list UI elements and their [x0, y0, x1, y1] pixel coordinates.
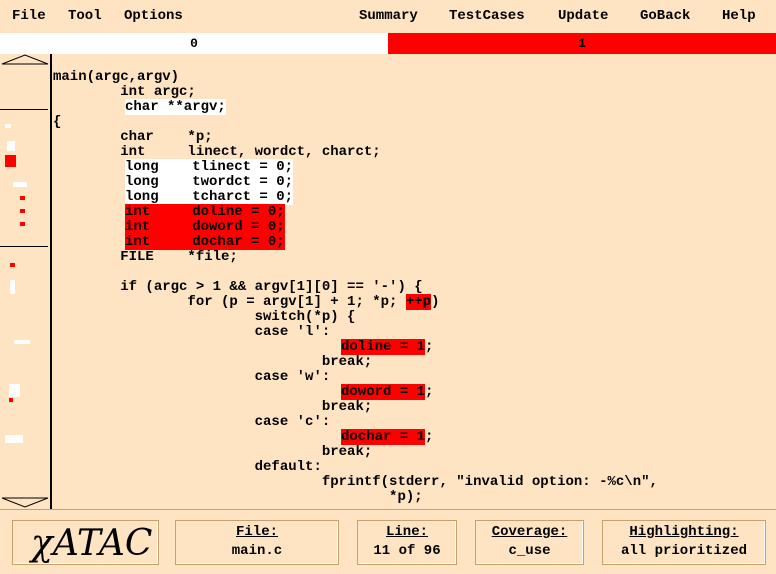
coverage-status-label: Coverage:	[491, 524, 568, 540]
uncovered-code-segment: dochar = 1	[341, 429, 426, 445]
covered-code-segment: long twordct = 0;	[125, 174, 294, 190]
menu-tool[interactable]: Tool	[68, 8, 102, 24]
menu-testcases[interactable]: TestCases	[449, 8, 525, 24]
overview-mark	[5, 435, 23, 443]
overview-mark	[5, 155, 16, 167]
source-code-view[interactable]: main(argc,argv) int argc; char **argv; {…	[53, 70, 773, 510]
code-line: int argc;	[53, 84, 196, 100]
code-segment: ;	[425, 384, 434, 400]
app-logo: χATAC	[31, 523, 153, 564]
triangle-down-icon[interactable]	[0, 497, 50, 509]
overview-mark	[9, 398, 13, 402]
code-segment: for (p = argv[1] + 1; *p;	[53, 294, 406, 310]
uncovered-code-segment: ++p	[405, 294, 432, 310]
highlighting-status-value: all prioritized	[620, 543, 748, 559]
code-line: main(argc,argv)	[53, 69, 180, 85]
status-bar: χATAC File: main.c Line: 11 of 96 Covera…	[0, 509, 776, 574]
overview-mark	[20, 196, 25, 200]
code-segment: ;	[425, 429, 434, 445]
code-line: char *p;	[53, 129, 213, 145]
code-line: break;	[53, 354, 373, 370]
uncovered-count: 1	[388, 33, 776, 54]
menu-bar: File Tool Options Summary TestCases Upda…	[0, 0, 776, 33]
overview-viewport-box[interactable]	[0, 109, 48, 247]
uncovered-code-segment: int doword = 0;	[125, 219, 285, 235]
triangle-up-icon[interactable]	[0, 54, 50, 66]
code-line: case 'c':	[53, 414, 331, 430]
overview-mark	[20, 222, 25, 226]
covered-code-segment: long tcharct = 0;	[125, 189, 294, 205]
menu-update[interactable]: Update	[558, 8, 608, 24]
overview-mark	[20, 209, 25, 213]
overview-mark	[14, 340, 30, 344]
code-line: fprintf(stderr, "invalid option: -%c\n",	[53, 474, 658, 490]
overview-mark	[13, 182, 27, 187]
uncovered-code-segment: int dochar = 0;	[125, 234, 285, 250]
code-line: default:	[53, 459, 322, 475]
line-status-button[interactable]: Line: 11 of 96	[357, 520, 457, 565]
overview-mark	[10, 263, 15, 267]
code-line: if (argc > 1 && argv[1][0] == '-') {	[53, 279, 423, 295]
overview-mark	[7, 141, 15, 151]
file-status-label: File:	[235, 524, 278, 540]
uncovered-code-segment: int doline = 0;	[125, 204, 285, 220]
code-line: break;	[53, 399, 373, 415]
file-status-button[interactable]: File: main.c	[175, 520, 339, 565]
menu-file[interactable]: File	[12, 8, 46, 24]
code-line: *p);	[53, 489, 423, 505]
overview-mark	[5, 124, 11, 128]
line-status-label: Line:	[385, 524, 428, 540]
code-line: {	[53, 114, 62, 130]
highlighting-status-label: Highlighting:	[629, 524, 739, 540]
file-status-value: main.c	[231, 543, 283, 559]
covered-code-segment: long tlinect = 0;	[125, 159, 294, 175]
coverage-status-value: c_use	[508, 543, 551, 559]
menu-options[interactable]: Options	[124, 8, 183, 24]
logo-box: χATAC	[12, 520, 159, 565]
coverage-count-bar: 0 1	[0, 33, 776, 54]
code-segment: )	[431, 294, 440, 310]
code-segment: ;	[425, 339, 434, 355]
covered-count: 0	[0, 33, 388, 54]
menu-goback[interactable]: GoBack	[640, 8, 690, 24]
uncovered-code-segment: doword = 1	[341, 384, 426, 400]
code-line: int linect, wordct, charct;	[53, 144, 381, 160]
overview-mark	[10, 280, 15, 294]
file-overview-scrollbar[interactable]	[0, 54, 52, 509]
uncovered-code-segment: doline = 1	[341, 339, 426, 355]
code-line: case 'l':	[53, 324, 331, 340]
code-line: case 'w':	[53, 369, 331, 385]
code-line: for (p = argv[1] + 1; *p; ++p)	[53, 294, 440, 310]
coverage-status-button[interactable]: Coverage: c_use	[475, 520, 584, 565]
code-line: switch(*p) {	[53, 309, 356, 325]
line-status-value: 11 of 96	[373, 543, 441, 559]
overview-mark	[9, 384, 20, 397]
menu-summary[interactable]: Summary	[359, 8, 418, 24]
highlighting-status-button[interactable]: Highlighting: all prioritized	[602, 520, 766, 565]
code-line: break;	[53, 444, 373, 460]
covered-code-segment: char **argv;	[125, 99, 226, 115]
code-line: FILE *file;	[53, 249, 238, 265]
menu-help[interactable]: Help	[722, 8, 756, 24]
